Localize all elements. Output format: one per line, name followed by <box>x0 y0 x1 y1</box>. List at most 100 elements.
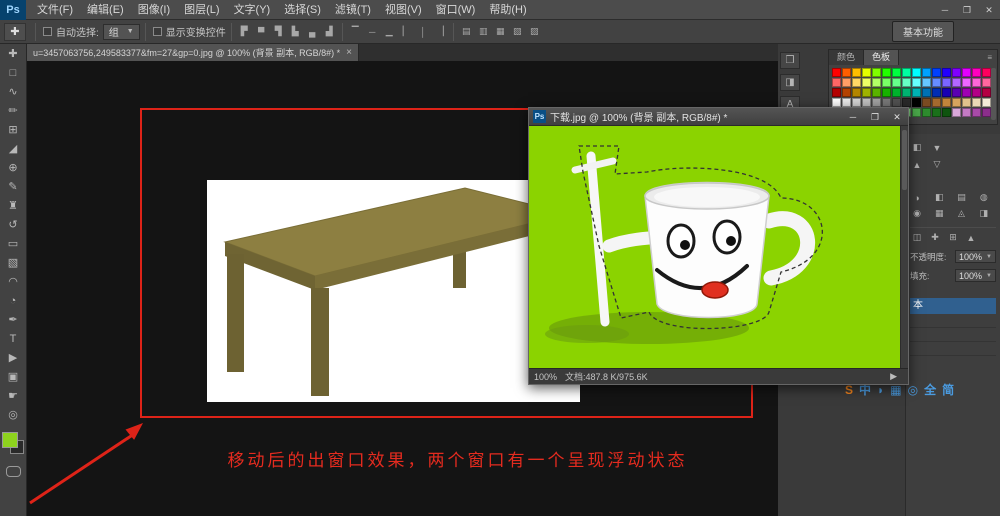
move-tool[interactable]: ✚ <box>0 44 26 63</box>
color-swatch[interactable] <box>942 78 951 87</box>
auto-select-dropdown[interactable]: 组 ▼ <box>103 24 140 40</box>
color-swatch[interactable] <box>952 98 961 107</box>
3d-mode-icon[interactable]: ▥ <box>476 24 491 39</box>
color-swatch[interactable] <box>962 98 971 107</box>
exposure-adjustment-icon[interactable]: ◍ <box>977 191 991 204</box>
menu-item[interactable]: 窗口(W) <box>429 0 483 20</box>
color-swatch[interactable] <box>852 78 861 87</box>
layer-row[interactable] <box>910 328 996 342</box>
color-swatch[interactable] <box>982 108 991 117</box>
color-swatch[interactable] <box>902 88 911 97</box>
color-swatch[interactable] <box>922 68 931 77</box>
distribute-left-edges-icon[interactable]: ▏ <box>399 24 414 39</box>
zoom-tool[interactable]: ◎ <box>0 405 26 424</box>
color-swatch[interactable] <box>942 88 951 97</box>
color-swatch[interactable] <box>892 88 901 97</box>
color-swatch[interactable] <box>872 88 881 97</box>
color-swatch[interactable] <box>962 78 971 87</box>
color-swatch[interactable] <box>942 68 951 77</box>
floating-window-canvas[interactable] <box>529 126 908 368</box>
color-swatch[interactable] <box>892 78 901 87</box>
panel-menu-icon[interactable]: ≡ <box>982 50 997 65</box>
color-balance-adjustment-icon[interactable]: ◬ <box>955 207 969 220</box>
blur-tool[interactable]: ◠ <box>0 272 26 291</box>
color-swatch[interactable] <box>862 98 871 107</box>
sogou-logo-icon[interactable]: S <box>845 383 853 397</box>
menu-item[interactable]: 编辑(E) <box>80 0 131 20</box>
horizontal-type-tool[interactable]: T <box>0 329 26 348</box>
color-swatch[interactable] <box>982 98 991 107</box>
color-swatch[interactable] <box>852 68 861 77</box>
color-swatch[interactable] <box>882 68 891 77</box>
tab-swatches[interactable]: 色板 <box>864 50 899 65</box>
color-swatch[interactable] <box>932 108 941 117</box>
color-swatch[interactable] <box>882 88 891 97</box>
color-swatch[interactable] <box>862 78 871 87</box>
align-vertical-centers-icon[interactable]: ▄ <box>305 24 320 39</box>
fill-dropdown[interactable]: 100% ▼ <box>955 269 996 282</box>
lock-transparent-icon[interactable]: ◫ <box>910 231 924 244</box>
color-swatch[interactable] <box>882 78 891 87</box>
color-swatch[interactable] <box>922 108 931 117</box>
align-top-edges-icon[interactable]: ▙ <box>288 24 303 39</box>
brightness-adjustment-icon[interactable]: ◑ <box>910 191 924 204</box>
zoom-level[interactable]: 100% <box>534 372 557 382</box>
rectangular-marquee-tool[interactable]: □ <box>0 63 26 82</box>
scrollbar-thumb[interactable] <box>902 130 907 190</box>
floating-window-titlebar[interactable]: Ps 下载.jpg @ 100% (背景 副本, RGB/8#) * ─❐✕ <box>529 108 908 126</box>
color-swatch[interactable] <box>932 68 941 77</box>
color-swatch[interactable] <box>922 78 931 87</box>
quick-selection-tool[interactable]: ✏ <box>0 101 26 120</box>
color-swatch[interactable] <box>912 78 921 87</box>
hand-tool[interactable]: ☛ <box>0 386 26 405</box>
color-swatch[interactable] <box>832 88 841 97</box>
color-swatch[interactable] <box>952 78 961 87</box>
path-selection-tool[interactable]: ▶ <box>0 348 26 367</box>
minimize-button[interactable]: ─ <box>934 0 956 20</box>
color-swatch[interactable] <box>972 78 981 87</box>
ime-chinese-mode-icon[interactable]: 中 <box>859 383 871 397</box>
close-icon[interactable]: × <box>346 47 352 58</box>
layer-row[interactable] <box>910 314 996 328</box>
color-swatch[interactable] <box>842 98 851 107</box>
distribute-horizontal-centers-icon[interactable]: │ <box>416 24 431 39</box>
color-swatch[interactable] <box>932 88 941 97</box>
color-swatch[interactable] <box>832 98 841 107</box>
color-swatch[interactable] <box>902 78 911 87</box>
ime-simplified-icon[interactable]: 简 <box>942 383 954 397</box>
layer-row[interactable] <box>910 342 996 356</box>
brush-tool[interactable]: ✎ <box>0 177 26 196</box>
rectangle-tool[interactable]: ▣ <box>0 367 26 386</box>
3d-rotate-icon[interactable]: ▦ <box>493 24 508 39</box>
color-swatch[interactable] <box>962 68 971 77</box>
color-swatch[interactable] <box>982 78 991 87</box>
paths-panel-icon[interactable]: ▼ <box>930 141 944 154</box>
channels-panel-icon[interactable]: ◧ <box>910 141 924 154</box>
lasso-tool[interactable]: ∿ <box>0 82 26 101</box>
eraser-tool[interactable]: ▭ <box>0 234 26 253</box>
menu-item[interactable]: 滤镜(T) <box>328 0 378 20</box>
menu-item[interactable]: 视图(V) <box>378 0 429 20</box>
color-swatch[interactable] <box>922 98 931 107</box>
color-swatch[interactable] <box>902 68 911 77</box>
align-bottom-edges-icon[interactable]: ▟ <box>322 24 337 39</box>
color-swatch[interactable] <box>872 68 881 77</box>
active-tool-icon[interactable]: ✚ <box>4 23 26 41</box>
quick-mask-icon[interactable] <box>6 466 21 477</box>
close-button[interactable]: ✕ <box>978 0 1000 20</box>
spot-healing-brush-tool[interactable]: ⊕ <box>0 158 26 177</box>
color-swatch[interactable] <box>882 98 891 107</box>
properties-panel-icon[interactable]: ◨ <box>780 74 800 91</box>
distribute-bottom-edges-icon[interactable]: ▁ <box>382 24 397 39</box>
color-swatch[interactable] <box>872 98 881 107</box>
ime-fullwidth-icon[interactable]: 全 <box>924 383 936 397</box>
color-swatch[interactable] <box>922 88 931 97</box>
color-swatch[interactable] <box>852 98 861 107</box>
color-swatch[interactable] <box>912 98 921 107</box>
clone-stamp-tool[interactable]: ♜ <box>0 196 26 215</box>
color-swatch[interactable] <box>962 88 971 97</box>
restore-button[interactable]: ❐ <box>956 0 978 20</box>
align-horizontal-centers-icon[interactable]: ▀ <box>254 24 269 39</box>
lock-paint-icon[interactable]: ✚ <box>928 231 942 244</box>
color-swatch[interactable] <box>892 98 901 107</box>
